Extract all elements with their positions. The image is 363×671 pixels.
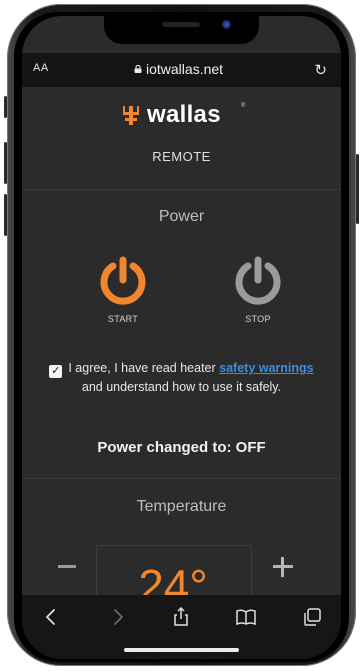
home-indicator[interactable]: [124, 648, 239, 652]
side-button: [356, 154, 359, 224]
address-bar[interactable]: AA iotwallas.net ↻: [22, 53, 341, 87]
bookmarks-icon[interactable]: [234, 607, 258, 627]
temperature-section-title: Temperature: [136, 498, 227, 515]
safety-consent: ✓ I agree, I have read heater safety warn…: [40, 359, 323, 397]
screen: AA iotwallas.net ↻ wallas ® REMOTE Power…: [22, 16, 341, 659]
web-content: wallas ® REMOTE Power START STOP ✓ I agre…: [22, 87, 341, 595]
volume-down-button: [4, 194, 7, 236]
mute-switch: [4, 96, 7, 118]
wallas-logo: wallas ®: [121, 101, 245, 129]
speaker: [162, 22, 200, 27]
power-start-icon: [100, 256, 146, 305]
url-text[interactable]: iotwallas.net: [146, 61, 223, 77]
stop-label: STOP: [245, 314, 271, 324]
lock-icon: [134, 65, 142, 73]
tabs-icon[interactable]: [300, 607, 324, 627]
trident-logo-icon: [123, 106, 139, 125]
registered-mark: ®: [241, 103, 246, 109]
text-size-button[interactable]: AA: [33, 62, 49, 74]
plus-icon-vertical: [281, 557, 284, 577]
stop-button[interactable]: STOP: [228, 255, 288, 324]
temperature-value: 24°: [138, 560, 208, 595]
consent-prefix: I agree, I have read heater: [68, 361, 216, 375]
power-stop-icon: [235, 256, 281, 305]
increase-temperature-button[interactable]: [273, 557, 293, 577]
logo-wordmark: wallas: [147, 101, 221, 128]
decrease-temperature-button[interactable]: [58, 565, 76, 568]
back-icon[interactable]: [39, 607, 63, 627]
volume-up-button: [4, 142, 7, 184]
notch: [104, 16, 259, 44]
consent-checkbox[interactable]: ✓: [49, 365, 63, 378]
browser-toolbar: [22, 595, 341, 659]
safety-warnings-link[interactable]: safety warnings: [219, 361, 313, 375]
share-icon[interactable]: [169, 607, 193, 627]
power-section-title: Power: [158, 208, 205, 225]
app-subtitle: REMOTE: [152, 149, 211, 164]
power-status-text: Power changed to: OFF: [97, 439, 266, 456]
start-label: START: [107, 314, 139, 324]
consent-suffix: and understand how to use it safely.: [81, 380, 282, 394]
start-button[interactable]: START: [93, 255, 153, 324]
reload-icon[interactable]: ↻: [314, 61, 327, 79]
divider: [22, 189, 341, 190]
camera: [222, 20, 231, 29]
divider: [22, 478, 341, 479]
forward-icon[interactable]: [106, 607, 130, 627]
